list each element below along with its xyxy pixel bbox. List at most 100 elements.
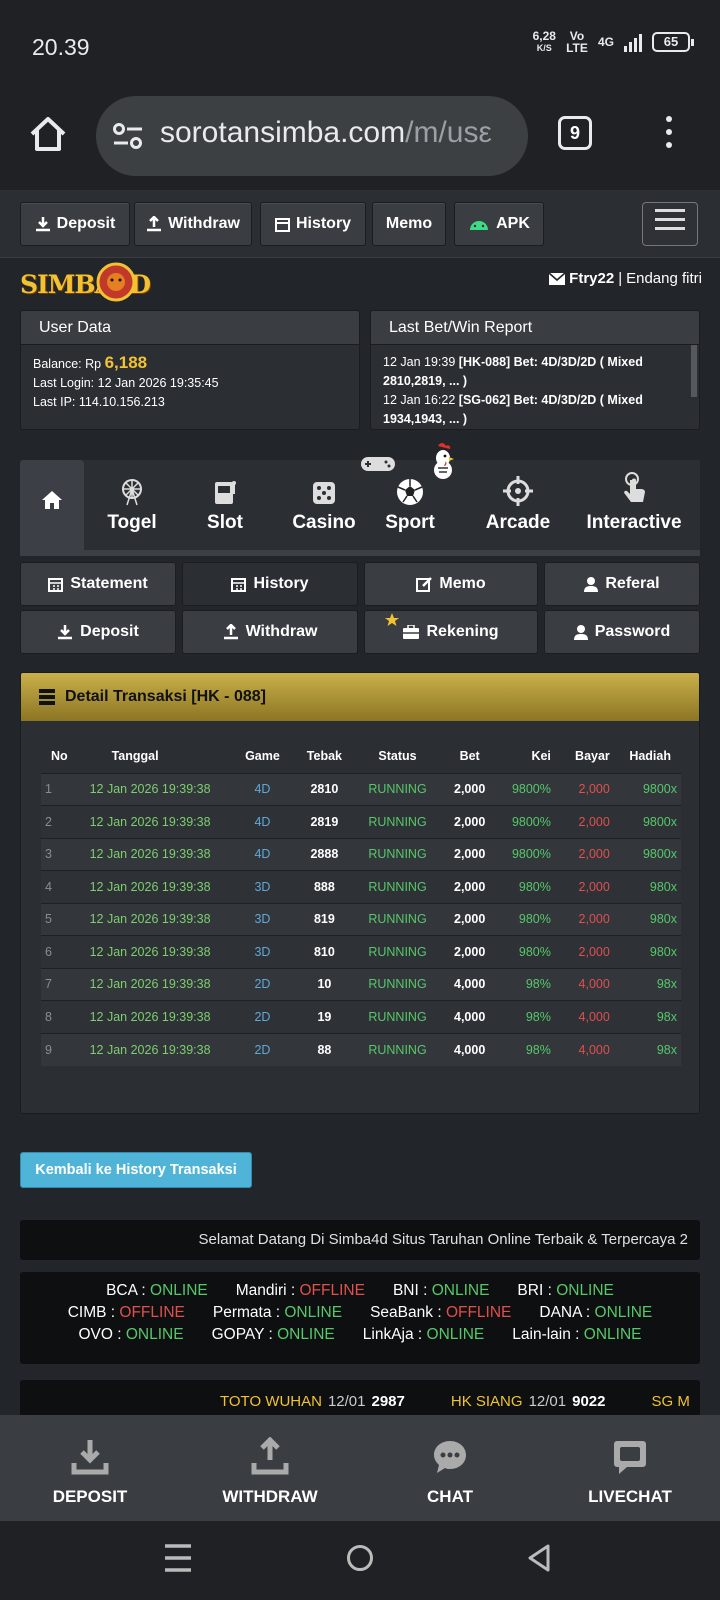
table-cell: 4,000: [439, 967, 501, 1001]
sub-rekening-button[interactable]: Rekening: [364, 610, 538, 654]
column-header: Bet: [459, 748, 480, 763]
site-settings-icon[interactable]: [112, 122, 144, 150]
username[interactable]: Ftry22: [569, 270, 614, 287]
table-cell: 980x: [609, 902, 681, 936]
calendar-icon: [48, 577, 64, 592]
tab-sport[interactable]: Sport: [356, 443, 464, 556]
bottom-withdraw-button[interactable]: WITHDRAW: [180, 1415, 360, 1521]
column-header: Kei: [531, 748, 551, 763]
bank-separator: :: [112, 1326, 126, 1343]
table-cell: 12 Jan 2026 19:39:38: [79, 1032, 232, 1066]
table-cell: 9800x: [609, 837, 681, 871]
transaction-detail-header: Detail Transaksi [HK - 088]: [21, 673, 699, 721]
user-icon: [573, 624, 588, 640]
table-cell: 4,000: [550, 1000, 610, 1033]
status-icons: 6,28 K/S Vo LTE 4G 65: [533, 29, 694, 55]
table-cell: RUNNING: [355, 772, 440, 806]
tab-arcade[interactable]: Arcade: [478, 460, 558, 556]
volte-indicator: Vo LTE: [566, 29, 588, 55]
nav-withdraw-button[interactable]: Withdraw: [134, 202, 252, 246]
bank-separator: :: [137, 1282, 151, 1299]
bank-row: CIMB : OFFLINE Permata : ONLINE SeaBank : …: [20, 1302, 700, 1324]
upload-icon: [147, 216, 162, 232]
table-cell: 9: [41, 1032, 80, 1066]
table-row: 9 12 Jan 2026 19:39:38 2D 88 RUNNING 4,000 98%…: [41, 1032, 681, 1066]
transaction-detail-panel: Detail Transaksi [HK - 088] No Tanggal Gam…: [20, 672, 700, 1114]
table-row: 4 12 Jan 2026 19:39:38 3D 888 RUNNING 2,000 98…: [41, 870, 681, 903]
last-bet-item[interactable]: 12 Jan 16:22 [SG-062] Bet: 4D/3D/2D ( Mi…: [383, 391, 681, 429]
sub-statement-button[interactable]: Statement: [20, 562, 176, 606]
bank-name: BRI: [517, 1282, 544, 1299]
back-to-history-button[interactable]: Kembali ke History Transaksi: [20, 1152, 252, 1188]
tab-casino[interactable]: Casino: [284, 460, 364, 556]
bank-separator: :: [106, 1304, 120, 1321]
table-cell: 9800x: [609, 805, 681, 838]
gamepad-icon: [361, 457, 395, 471]
home-button-icon[interactable]: [346, 1544, 374, 1572]
hamburger-menu-icon[interactable]: [642, 202, 698, 246]
top-nav: Deposit Withdraw History Memo APK: [0, 190, 720, 258]
star-icon: [385, 613, 399, 626]
result-item: SG M: [651, 1393, 695, 1410]
table-row: 8 12 Jan 2026 19:39:38 2D 19 RUNNING 4,000 98%…: [41, 1000, 681, 1033]
table-cell: 12 Jan 2026 19:39:38: [79, 837, 232, 871]
android-icon: [470, 221, 489, 230]
panel-scrollbar[interactable]: [691, 345, 697, 397]
nav-memo-button[interactable]: Memo: [372, 202, 446, 246]
last-bet-title: Last Bet/Win Report: [371, 311, 699, 345]
nav-history-button[interactable]: History: [260, 202, 366, 246]
touch-hand-icon: [624, 472, 645, 502]
table-cell: 4,000: [550, 1032, 610, 1066]
tab-switcher-button[interactable]: 9: [558, 116, 592, 150]
table-cell: 2,000: [439, 772, 501, 806]
signal-icon: [624, 32, 642, 52]
browser-menu-icon[interactable]: [664, 116, 674, 152]
tab-slot[interactable]: Slot: [190, 460, 260, 556]
table-cell: 12 Jan 2026 19:39:38: [79, 935, 232, 968]
server-icon: [39, 689, 55, 705]
table-cell: 3D: [231, 870, 293, 903]
home-icon: [42, 491, 62, 509]
table-cell: 12 Jan 2026 19:39:38: [79, 772, 232, 806]
table-cell: 2D: [231, 967, 293, 1001]
sub-password-button[interactable]: Password: [544, 610, 700, 654]
last-bet-item[interactable]: 12 Jan 19:39 [HK-088] Bet: 4D/3D/2D ( Mi…: [383, 353, 681, 391]
bottom-chat-button[interactable]: CHAT: [360, 1415, 540, 1521]
bank-status-item: CIMB : OFFLINE: [68, 1302, 185, 1324]
calendar-icon: [274, 217, 290, 232]
bottom-nav: DEPOSIT WITHDRAW CHAT LIVECHAT: [0, 1415, 720, 1521]
sub-referal-button[interactable]: Referal: [544, 562, 700, 606]
bank-name: Mandiri: [235, 1282, 287, 1299]
sub-deposit-button[interactable]: Deposit: [20, 610, 176, 654]
column-header: No: [51, 748, 68, 763]
bank-name: BCA: [106, 1282, 138, 1299]
bottom-deposit-button[interactable]: DEPOSIT: [0, 1415, 180, 1521]
tab-togel[interactable]: Togel: [94, 460, 170, 556]
tab-home[interactable]: [20, 460, 84, 556]
bank-status-panel: BCA : ONLINE Mandiri : OFFLINE BNI : ONLIN…: [20, 1272, 700, 1364]
table-cell: 12 Jan 2026 19:39:38: [79, 902, 232, 936]
lion-logo-icon: [96, 262, 136, 302]
url-bar[interactable]: sorotansimba.com/m/usε: [96, 96, 528, 176]
recent-apps-icon[interactable]: [164, 1543, 192, 1573]
download-icon: [71, 1440, 109, 1475]
back-button-icon[interactable]: [526, 1543, 552, 1573]
result-name: HK SIANG: [450, 1393, 523, 1410]
home-icon[interactable]: [28, 114, 68, 154]
nav-apk-button[interactable]: APK: [454, 202, 544, 246]
bank-status: ONLINE: [150, 1282, 208, 1299]
nav-deposit-button[interactable]: Deposit: [20, 202, 130, 246]
sub-history-button[interactable]: History: [182, 562, 358, 606]
tab-interactive[interactable]: Interactive: [568, 460, 700, 556]
table-cell: RUNNING: [355, 902, 440, 936]
table-cell: 4,000: [550, 967, 610, 1001]
table-cell: 3D: [231, 935, 293, 968]
bottom-livechat-button[interactable]: LIVECHAT: [540, 1415, 720, 1521]
sub-withdraw-button[interactable]: Withdraw: [182, 610, 358, 654]
bank-status-item: Mandiri : OFFLINE: [236, 1280, 365, 1302]
welcome-marquee: Selamat Datang Di Simba4d Situs Taruhan …: [20, 1220, 700, 1260]
sub-memo-button[interactable]: Memo: [364, 562, 538, 606]
bank-name: SeaBank: [370, 1304, 434, 1321]
envelope-icon[interactable]: [549, 272, 566, 285]
site-logo[interactable]: SIMBA4D: [20, 262, 175, 304]
